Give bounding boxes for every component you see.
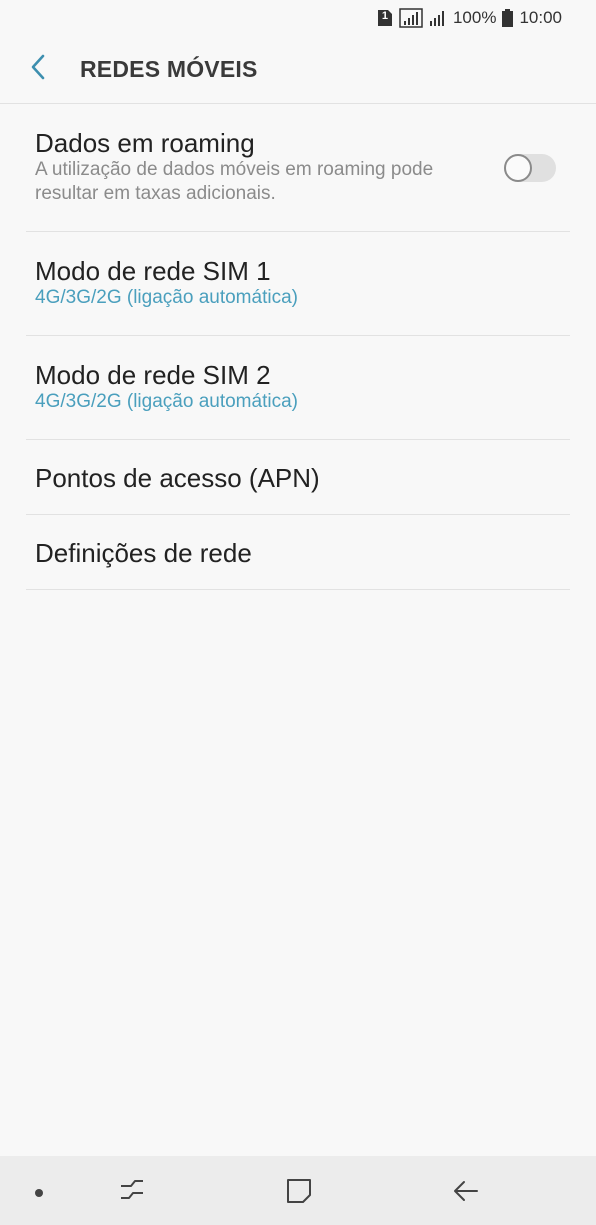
settings-list: Dados em roaming A utilização de dados m…	[26, 104, 570, 590]
network-settings-title: Definições de rede	[35, 538, 252, 568]
signal-sim2-icon	[429, 9, 447, 27]
page-title: REDES MÓVEIS	[80, 56, 258, 82]
recent-apps-icon[interactable]	[118, 1177, 146, 1208]
sim-card-icon: 1	[377, 9, 393, 27]
roaming-text: Dados em roaming A utilização de dados m…	[35, 128, 485, 231]
home-icon[interactable]	[285, 1177, 313, 1210]
roaming-toggle[interactable]	[504, 154, 556, 182]
sim1-title: Modo de rede SIM 1	[35, 256, 271, 286]
navigation-bar	[0, 1156, 596, 1225]
toggle-knob	[504, 154, 532, 182]
sim1-value: 4G/3G/2G (ligação automática)	[35, 287, 298, 308]
sim2-value: 4G/3G/2G (ligação automática)	[35, 391, 298, 412]
signal-sim1-icon	[399, 8, 423, 28]
clock: 10:00	[519, 8, 562, 27]
status-bar: 1 100% 10:00	[0, 0, 596, 36]
battery-icon	[502, 9, 514, 27]
back-button[interactable]	[0, 36, 80, 104]
sim2-title: Modo de rede SIM 2	[35, 360, 271, 390]
sim1-network-mode[interactable]: Modo de rede SIM 1 4G/3G/2G (ligação aut…	[26, 232, 570, 336]
sim2-network-mode[interactable]: Modo de rede SIM 2 4G/3G/2G (ligação aut…	[26, 336, 570, 440]
roaming-setting[interactable]: Dados em roaming A utilização de dados m…	[26, 104, 570, 232]
chevron-left-icon	[30, 54, 46, 85]
back-arrow-icon[interactable]	[452, 1177, 480, 1210]
network-settings[interactable]: Definições de rede	[26, 515, 570, 590]
dot-icon[interactable]	[34, 1185, 44, 1203]
apn-title: Pontos de acesso (APN)	[35, 463, 320, 493]
roaming-title: Dados em roaming	[35, 128, 255, 158]
access-points-apn[interactable]: Pontos de acesso (APN)	[26, 440, 570, 515]
app-bar: REDES MÓVEIS	[0, 36, 596, 104]
battery-percent: 100%	[452, 8, 497, 27]
roaming-description: A utilização de dados móveis em roaming …	[35, 159, 434, 204]
